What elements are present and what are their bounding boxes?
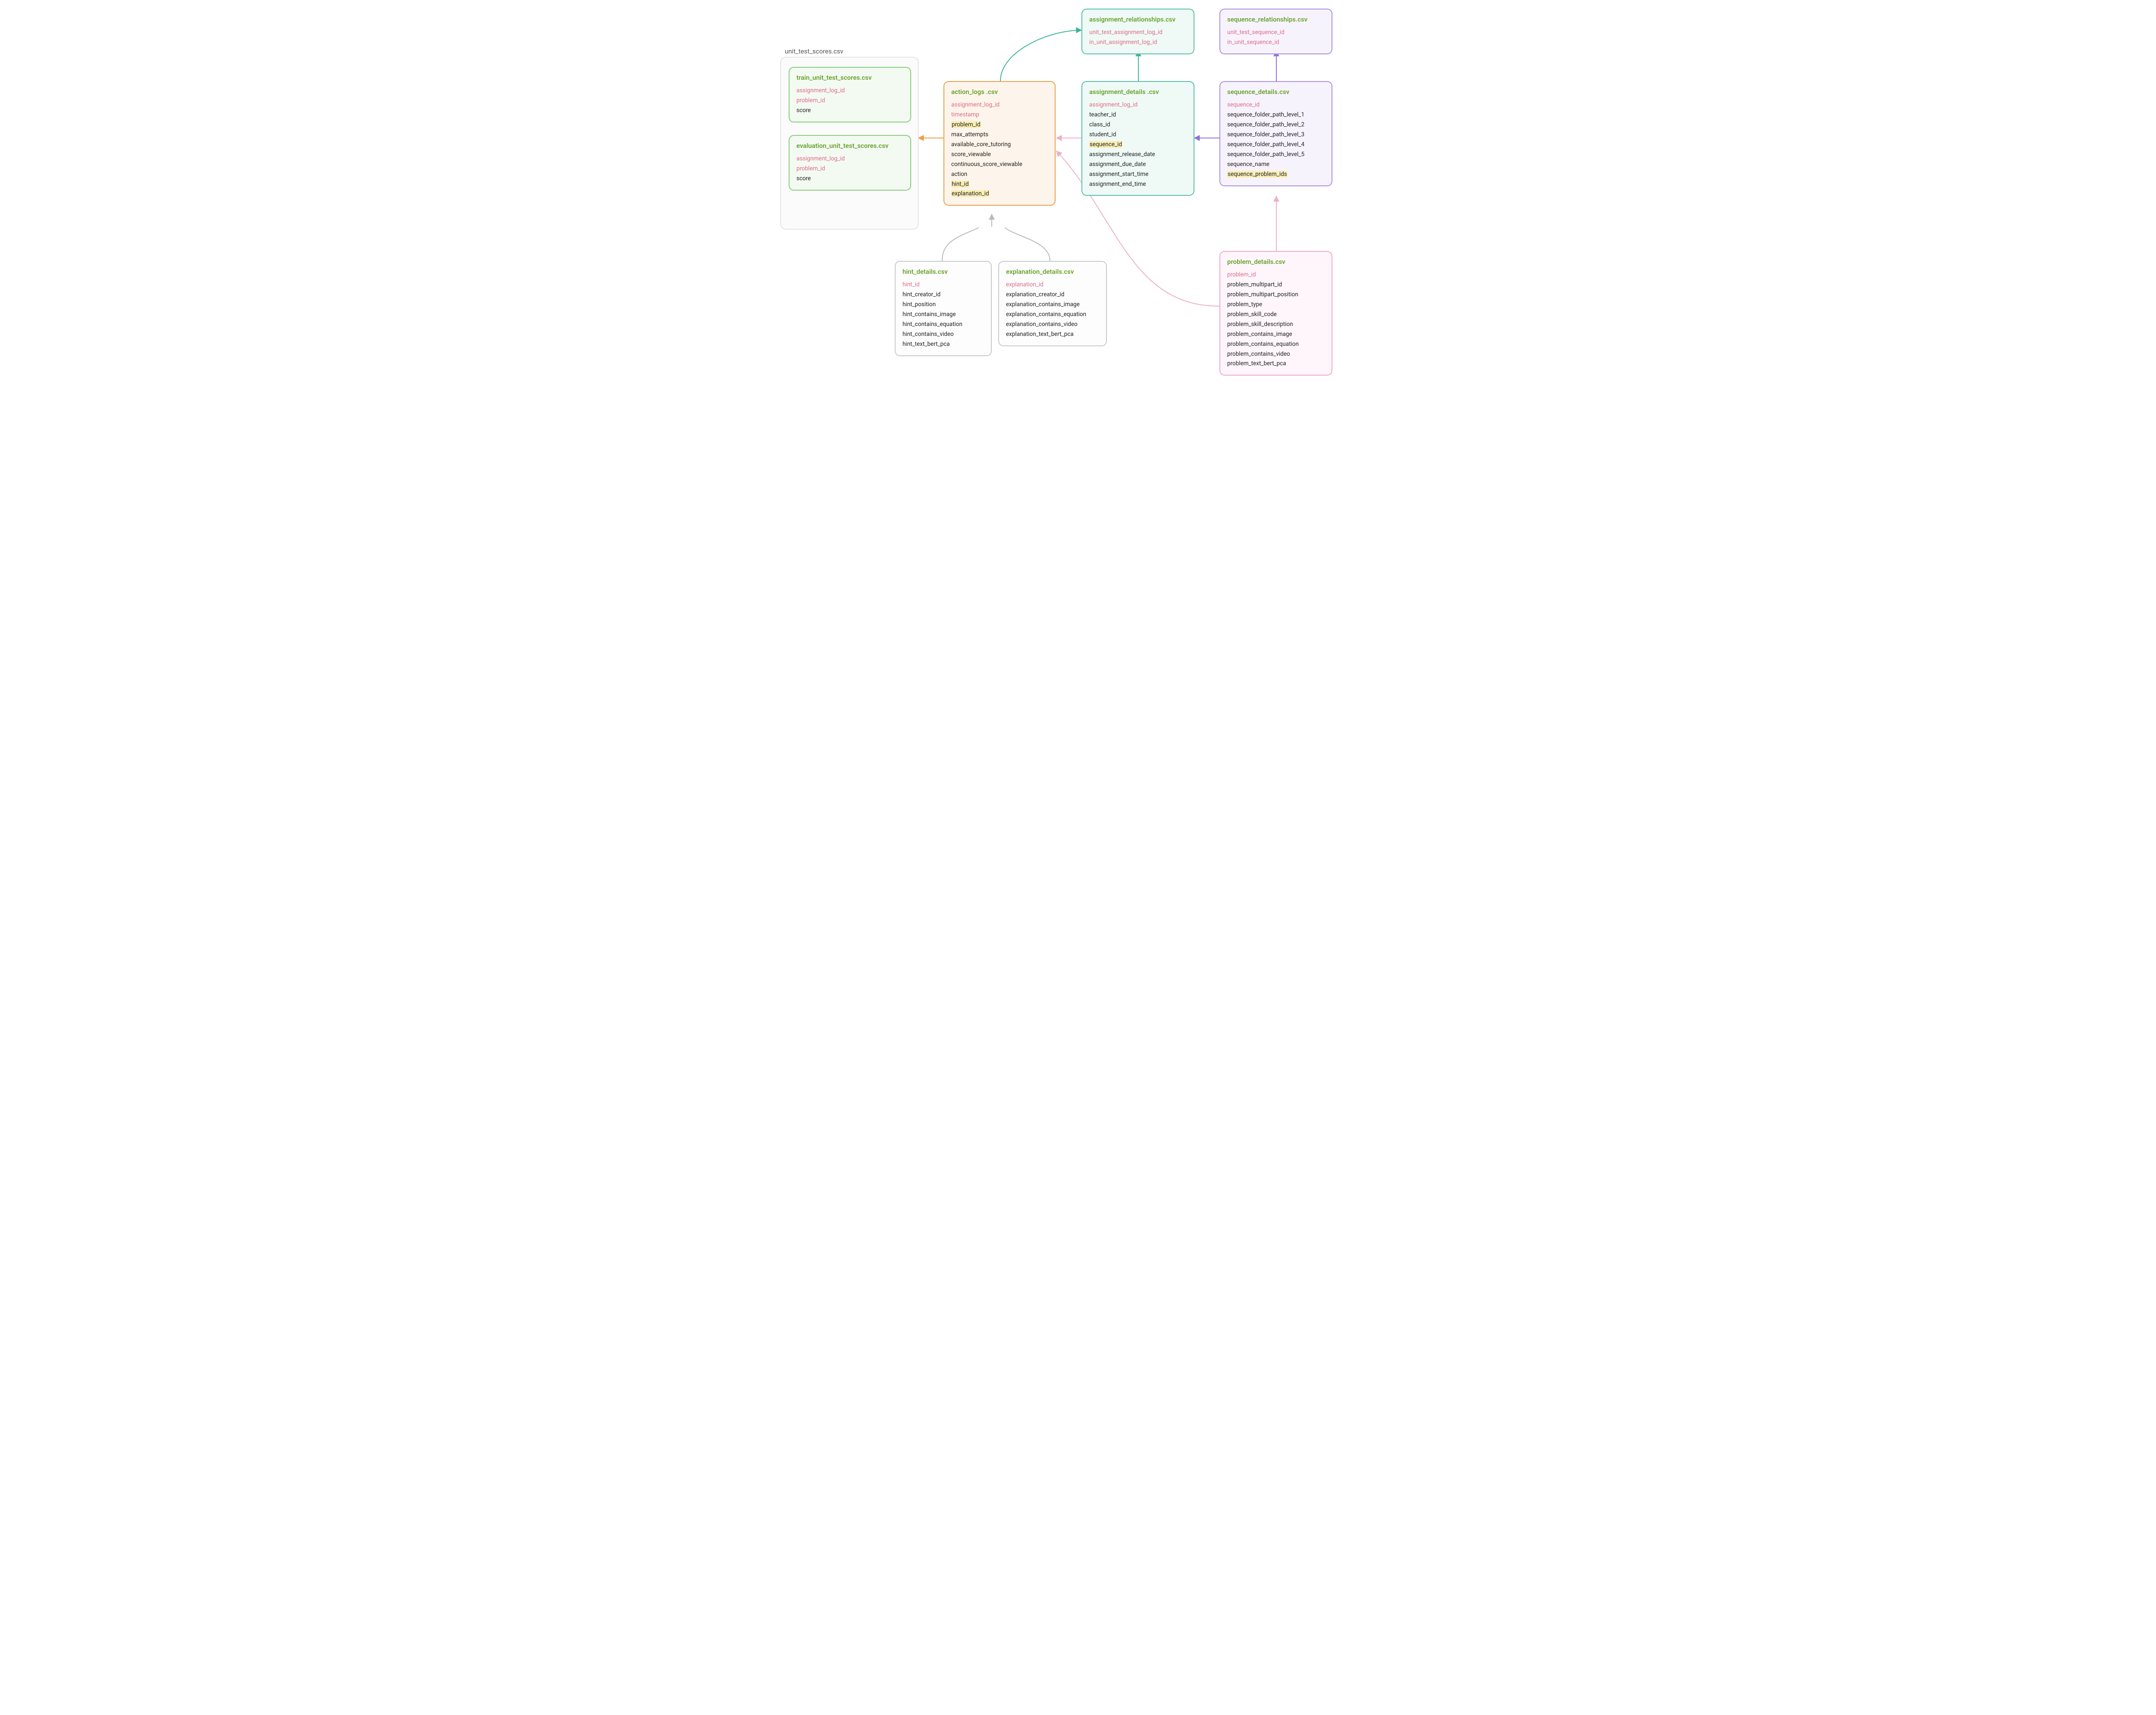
field: unit_test_sequence_id <box>1227 28 1325 38</box>
hint-details-box: hint_details.csv hint_idhint_creator_idh… <box>895 261 992 356</box>
field: teacher_id <box>1089 110 1187 120</box>
box-title: action_logs .csv <box>951 88 1048 96</box>
box-fields: assignment_log_idtimestampproblem_idmax_… <box>951 100 1048 199</box>
field: problem_contains_equation <box>1227 339 1325 349</box>
diagram-canvas: unit_test_scores.csv train_unit_test_sco… <box>772 0 1384 418</box>
field: problem_id <box>1227 270 1325 280</box>
field: hint_position <box>903 300 984 310</box>
assignment-details-box: assignment_details .csv assignment_log_i… <box>1081 81 1194 196</box>
box-title: assignment_details .csv <box>1089 88 1187 96</box>
field: problem_skill_description <box>1227 320 1325 329</box>
box-fields: unit_test_sequence_idin_unit_sequence_id <box>1227 28 1325 47</box>
explanation-details-box: explanation_details.csv explanation_idex… <box>998 261 1107 346</box>
field: continuous_score_viewable <box>951 160 1048 169</box>
field: timestamp <box>951 110 1048 120</box>
box-fields: assignment_log_idproblem_idscore <box>796 86 903 116</box>
field: unit_test_assignment_log_id <box>1089 28 1187 38</box>
field: assignment_end_time <box>1089 179 1187 189</box>
field: in_unit_sequence_id <box>1227 38 1325 47</box>
box-title: sequence_details.csv <box>1227 88 1325 96</box>
action-logs-box: action_logs .csv assignment_log_idtimest… <box>943 81 1056 206</box>
field: sequence_folder_path_level_4 <box>1227 140 1325 150</box>
box-fields: hint_idhint_creator_idhint_positionhint_… <box>903 280 984 349</box>
field: hint_creator_id <box>903 290 984 300</box>
field: assignment_start_time <box>1089 169 1187 179</box>
field: available_core_tutoring <box>951 140 1048 150</box>
field: problem_multipart_id <box>1227 280 1325 290</box>
field: score <box>796 174 903 184</box>
field: score_viewable <box>951 150 1048 160</box>
box-fields: problem_idproblem_multipart_idproblem_mu… <box>1227 270 1325 369</box>
field: sequence_problem_ids <box>1227 169 1325 179</box>
box-fields: sequence_idsequence_folder_path_level_1s… <box>1227 100 1325 179</box>
field: assignment_release_date <box>1089 150 1187 160</box>
field: problem_id <box>796 96 903 106</box>
evaluation-unit-test-scores-box: evaluation_unit_test_scores.csv assignme… <box>789 135 911 191</box>
field: hint_text_bert_pca <box>903 339 984 349</box>
field: assignment_log_id <box>951 100 1048 110</box>
field: problem_skill_code <box>1227 310 1325 320</box>
field: problem_contains_image <box>1227 329 1325 339</box>
assignment-relationships-box: assignment_relationships.csv unit_test_a… <box>1081 9 1194 54</box>
box-title: explanation_details.csv <box>1006 268 1099 276</box>
box-title: sequence_relationships.csv <box>1227 16 1325 23</box>
field: problem_type <box>1227 300 1325 310</box>
field: hint_contains_video <box>903 329 984 339</box>
box-title: train_unit_test_scores.csv <box>796 74 903 82</box>
field: explanation_id <box>951 189 1048 199</box>
field: student_id <box>1089 130 1187 140</box>
field: assignment_log_id <box>796 86 903 96</box>
field: hint_id <box>951 179 1048 189</box>
field: sequence_id <box>1089 140 1187 150</box>
field: problem_text_bert_pca <box>1227 359 1325 369</box>
field: sequence_folder_path_level_2 <box>1227 120 1325 130</box>
field: sequence_id <box>1227 100 1325 110</box>
sequence-details-box: sequence_details.csv sequence_idsequence… <box>1219 81 1332 186</box>
train-unit-test-scores-box: train_unit_test_scores.csv assignment_lo… <box>789 67 911 122</box>
field: problem_id <box>951 120 1048 130</box>
container-label: unit_test_scores.csv <box>785 47 843 55</box>
field: explanation_contains_video <box>1006 320 1099 329</box>
field: explanation_id <box>1006 280 1099 290</box>
field: assignment_due_date <box>1089 160 1187 169</box>
field: max_attempts <box>951 130 1048 140</box>
field: score <box>796 106 903 116</box>
field: explanation_text_bert_pca <box>1006 329 1099 339</box>
box-title: assignment_relationships.csv <box>1089 16 1187 23</box>
field: explanation_contains_image <box>1006 300 1099 310</box>
field: hint_contains_equation <box>903 320 984 329</box>
field: hint_contains_image <box>903 310 984 320</box>
box-fields: unit_test_assignment_log_idin_unit_assig… <box>1089 28 1187 47</box>
field: problem_contains_video <box>1227 349 1325 359</box>
field: problem_multipart_position <box>1227 290 1325 300</box>
field: sequence_folder_path_level_3 <box>1227 130 1325 140</box>
unit-test-scores-container: train_unit_test_scores.csv assignment_lo… <box>780 57 918 229</box>
field: sequence_folder_path_level_5 <box>1227 150 1325 160</box>
sequence-relationships-box: sequence_relationships.csv unit_test_seq… <box>1219 9 1332 54</box>
field: explanation_creator_id <box>1006 290 1099 300</box>
field: problem_id <box>796 164 903 174</box>
field: hint_id <box>903 280 984 290</box>
field: class_id <box>1089 120 1187 130</box>
box-title: evaluation_unit_test_scores.csv <box>796 142 903 150</box>
box-fields: assignment_log_idproblem_idscore <box>796 154 903 184</box>
box-title: problem_details.csv <box>1227 258 1325 266</box>
box-fields: assignment_log_idteacher_idclass_idstude… <box>1089 100 1187 189</box>
field: action <box>951 169 1048 179</box>
field: sequence_folder_path_level_1 <box>1227 110 1325 120</box>
field: sequence_name <box>1227 160 1325 169</box>
field: assignment_log_id <box>796 154 903 164</box>
problem-details-box: problem_details.csv problem_idproblem_mu… <box>1219 251 1332 376</box>
box-fields: explanation_idexplanation_creator_idexpl… <box>1006 280 1099 339</box>
field: assignment_log_id <box>1089 100 1187 110</box>
field: explanation_contains_equation <box>1006 310 1099 320</box>
field: in_unit_assignment_log_id <box>1089 38 1187 47</box>
box-title: hint_details.csv <box>903 268 984 276</box>
